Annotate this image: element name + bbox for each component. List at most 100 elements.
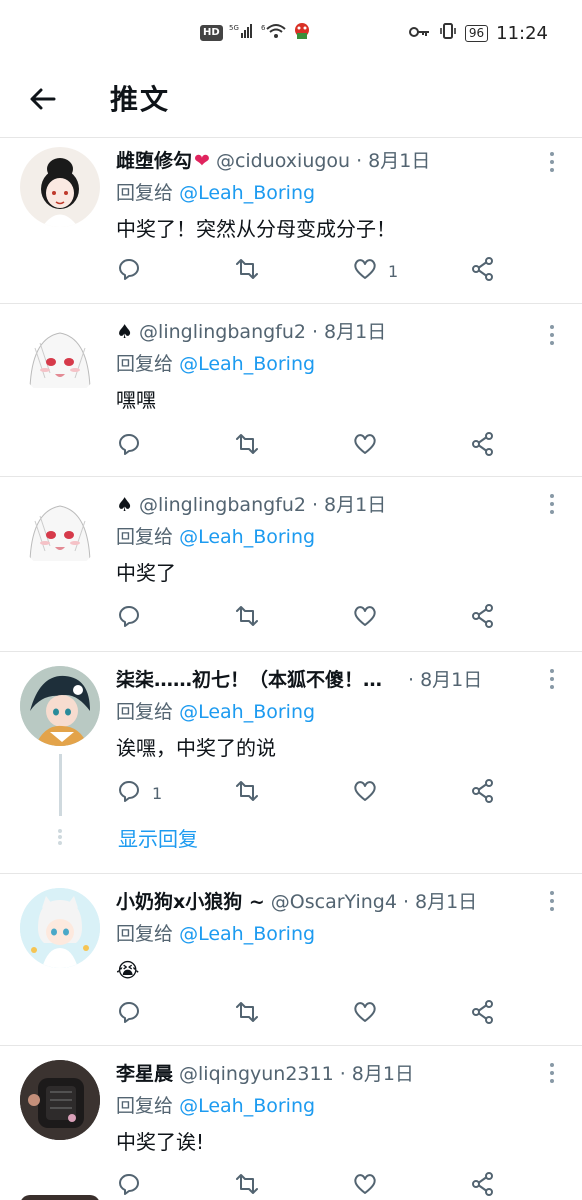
share-icon [470, 431, 496, 461]
reply-button[interactable] [116, 431, 150, 461]
tweet-text: 中奖了诶! [116, 1130, 205, 1154]
mention-link[interactable]: @Leah_Boring [179, 353, 315, 375]
user-handle[interactable]: @ciduoxiugou [216, 145, 350, 177]
user-handle[interactable]: @OscarYing4 [271, 886, 397, 918]
mention-link[interactable]: @Leah_Boring [179, 923, 315, 945]
tweet-time[interactable]: 8月1日 [420, 664, 482, 696]
replying-label: 回复给 [116, 353, 174, 375]
like-button[interactable] [352, 778, 386, 808]
share-button[interactable] [470, 778, 504, 808]
more-icon[interactable] [548, 668, 556, 690]
like-button[interactable] [352, 431, 386, 461]
reply-button[interactable] [116, 1171, 150, 1200]
retweet-icon [234, 431, 260, 461]
avatar[interactable] [20, 491, 100, 571]
mention-link[interactable]: @Leah_Boring [179, 182, 315, 204]
display-name[interactable]: 李星晨 [116, 1058, 173, 1090]
show-replies-link[interactable]: 显示回复 [118, 823, 198, 852]
retweet-button[interactable] [234, 603, 268, 633]
replying-to: 回复给 @Leah_Boring [116, 918, 542, 950]
share-icon [470, 256, 496, 286]
tweet[interactable]: 雌堕修勾 ❤ @ciduoxiugou · 8月1日 回复给 @Leah_Bor… [0, 139, 582, 304]
separator-dot: · [402, 891, 409, 913]
avatar[interactable] [20, 888, 100, 968]
avatar[interactable] [20, 666, 100, 746]
share-button[interactable] [470, 603, 504, 633]
action-bar [116, 1171, 504, 1200]
more-icon[interactable] [548, 151, 556, 173]
tweet-header: 李星晨 @liqingyun2311 · 8月1日 [116, 1058, 542, 1090]
tweet-time[interactable]: 8月1日 [415, 886, 477, 918]
retweet-icon [234, 603, 260, 633]
like-button[interactable] [352, 999, 386, 1029]
like-icon [352, 778, 378, 808]
tweet[interactable]: ♠ @linglingbangfu2 · 8月1日 回复给 @Leah_Bori… [0, 477, 582, 652]
display-name[interactable]: ♠ [116, 489, 133, 521]
separator-dot: · [312, 321, 319, 343]
tweet[interactable]: 李星晨 @liqingyun2311 · 8月1日 回复给 @Leah_Bori… [0, 1046, 582, 1200]
retweet-button[interactable] [234, 1171, 268, 1200]
vibrate-icon [439, 22, 457, 45]
retweet-button[interactable] [234, 256, 268, 286]
tweet-header: ♠ @linglingbangfu2 · 8月1日 [116, 489, 542, 521]
reply-button[interactable] [116, 256, 150, 286]
display-name[interactable]: 雌堕修勾 [116, 145, 192, 177]
more-icon[interactable] [548, 324, 556, 346]
tweet-text: 嘿嘿 [116, 388, 156, 412]
heart-emoji: ❤ [194, 150, 210, 172]
display-name[interactable]: 柒柒……初七！（本狐不傻！… [116, 664, 382, 696]
like-button[interactable] [352, 603, 386, 633]
retweet-button[interactable] [234, 778, 268, 808]
like-icon [352, 256, 378, 286]
retweet-button[interactable] [234, 999, 268, 1029]
separator-dot: · [408, 669, 415, 691]
key-icon [408, 23, 431, 44]
tweet-time[interactable]: 8月1日 [368, 145, 430, 177]
back-arrow-icon[interactable] [26, 82, 60, 116]
more-icon[interactable] [548, 890, 556, 912]
more-icon[interactable] [548, 1062, 556, 1084]
display-name[interactable]: 小奶狗x小狼狗 ~ [116, 886, 265, 918]
status-left: HD 5G 6 [200, 22, 311, 43]
share-button[interactable] [470, 256, 504, 286]
avatar[interactable] [20, 1060, 100, 1140]
app-notification-icon [293, 22, 311, 43]
reply-button[interactable]: 1 [116, 778, 162, 808]
tweet-text: 中奖了 [116, 561, 176, 585]
reply-button[interactable] [116, 999, 150, 1029]
retweet-icon [234, 1171, 260, 1200]
mention-link[interactable]: @Leah_Boring [179, 1095, 315, 1117]
tweet-time[interactable]: 8月1日 [324, 489, 386, 521]
mention-link[interactable]: @Leah_Boring [179, 701, 315, 723]
tweet-header: ♠ @linglingbangfu2 · 8月1日 [116, 316, 542, 348]
display-name[interactable]: ♠ [116, 316, 133, 348]
user-handle[interactable]: @linglingbangfu2 [139, 316, 306, 348]
share-button[interactable] [470, 1171, 504, 1200]
share-button[interactable] [470, 999, 504, 1029]
replying-to: 回复给 @Leah_Boring [116, 177, 542, 209]
share-button[interactable] [470, 431, 504, 461]
mention-link[interactable]: @Leah_Boring [179, 526, 315, 548]
reply-button[interactable] [116, 603, 150, 633]
user-handle[interactable]: @linglingbangfu2 [139, 489, 306, 521]
tweet-time[interactable]: 8月1日 [352, 1058, 414, 1090]
reply-icon [116, 1171, 142, 1200]
user-handle[interactable]: @liqingyun2311 [179, 1058, 334, 1090]
svg-text:5G: 5G [229, 24, 239, 32]
tweet[interactable]: ♠ @linglingbangfu2 · 8月1日 回复给 @Leah_Bori… [0, 304, 582, 477]
hd-badge: HD [200, 24, 223, 41]
avatar[interactable] [20, 147, 100, 227]
tweet-time[interactable]: 8月1日 [324, 316, 386, 348]
like-button[interactable] [352, 1171, 386, 1200]
tweet[interactable]: 小奶狗x小狼狗 ~ @OscarYing4 · 8月1日 回复给 @Leah_B… [0, 874, 582, 1046]
like-icon [352, 1171, 378, 1200]
share-icon [470, 1171, 496, 1200]
retweet-icon [234, 999, 260, 1029]
like-button[interactable]: 1 [352, 256, 398, 286]
tweet[interactable]: 柒柒……初七！（本狐不傻！… · 8月1日 回复给 @Leah_Boring 诶… [0, 652, 582, 874]
status-bar: HD 5G 6 96 11:24 [0, 0, 582, 70]
avatar[interactable] [20, 318, 100, 398]
more-icon[interactable] [548, 493, 556, 515]
retweet-button[interactable] [234, 431, 268, 461]
next-avatar-peek [20, 1195, 100, 1200]
